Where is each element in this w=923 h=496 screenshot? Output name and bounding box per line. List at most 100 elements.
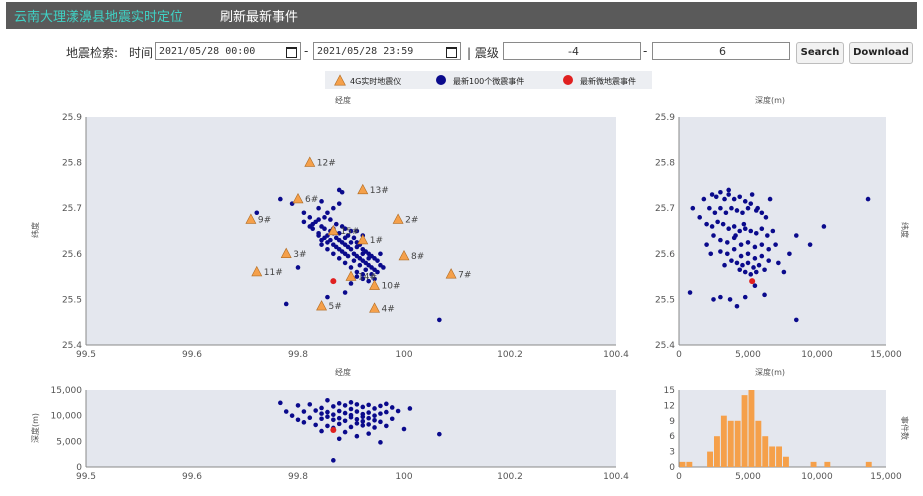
event-point [741, 221, 747, 227]
event-point [401, 426, 407, 432]
legend-label: 最新微地震事件 [580, 76, 636, 86]
event-point [711, 297, 716, 302]
event-point [333, 221, 339, 227]
event-point [734, 208, 740, 213]
event-point [734, 303, 740, 309]
event-point [301, 219, 307, 225]
chart-title: 经度 [335, 95, 351, 105]
event-point [372, 413, 377, 418]
event-point [372, 406, 377, 411]
event-point [316, 205, 321, 211]
event-point [748, 272, 754, 277]
event-point [737, 194, 743, 200]
event-point [384, 409, 389, 415]
event-point [342, 410, 348, 416]
event-point [307, 215, 313, 220]
event-point [770, 228, 776, 234]
event-point [718, 237, 723, 243]
event-point [354, 433, 360, 439]
histogram-bar [727, 420, 734, 467]
x-tick-label: 5,000 [735, 472, 761, 482]
event-point [701, 196, 707, 202]
event-point [378, 440, 383, 445]
event-point [375, 258, 380, 263]
event-point [322, 215, 327, 220]
x-tick-label: 99.6 [182, 350, 202, 360]
legend-label: 最新100个微震事件 [453, 76, 524, 86]
event-point [762, 267, 767, 273]
event-point [366, 415, 371, 421]
event-point [718, 189, 723, 195]
y-tick-label: 15,000 [51, 386, 83, 396]
event-point [787, 251, 792, 257]
station-label: 7# [458, 270, 471, 280]
event-point [737, 228, 743, 234]
chart-title: 深度(m) [755, 95, 785, 105]
event-point [354, 416, 360, 422]
y-tick-label: 25.9 [655, 113, 675, 123]
event-point [328, 217, 333, 222]
x-tick-label: 100.2 [497, 472, 523, 482]
y-tick-label: 9 [669, 417, 675, 427]
latest-event-point [330, 427, 337, 434]
event-point [331, 205, 336, 211]
event-point [301, 420, 307, 425]
histogram-bar [748, 390, 755, 467]
y-axis-label: 纬度 [900, 222, 910, 238]
station-label: 2# [405, 216, 418, 226]
event-point [372, 417, 377, 423]
histogram-bar [769, 446, 776, 467]
station-label: 1# [370, 236, 383, 246]
event-point [807, 242, 813, 247]
event-point [690, 205, 696, 211]
event-point [709, 224, 715, 229]
event-point [729, 205, 734, 211]
y-tick-label: 12 [664, 401, 675, 411]
event-point [759, 226, 765, 232]
event-point [762, 292, 767, 298]
event-point [726, 192, 731, 197]
event-point [759, 242, 765, 247]
event-point [360, 414, 366, 419]
event-point [325, 210, 330, 216]
event-point [319, 416, 324, 422]
event-point [278, 400, 283, 406]
event-point [766, 246, 771, 252]
event-point [731, 196, 737, 202]
event-point [354, 421, 360, 426]
event-point [389, 405, 395, 410]
event-point [322, 226, 327, 232]
event-point [342, 290, 348, 295]
event-point [348, 406, 354, 412]
event-point [378, 419, 383, 425]
legend-dot-icon [436, 75, 446, 85]
event-point [745, 205, 751, 211]
event-point [378, 411, 383, 416]
event-point [336, 408, 342, 414]
event-point [759, 210, 765, 216]
x-tick-label: 5,000 [735, 350, 761, 360]
event-point [729, 258, 734, 263]
event-point [773, 242, 778, 247]
event-point [755, 205, 760, 211]
event-point [748, 201, 754, 206]
event-point [366, 422, 371, 427]
y-tick-label: 3 [669, 448, 675, 458]
event-point [751, 265, 756, 270]
x-tick-label: 0 [676, 350, 682, 360]
event-point [742, 199, 748, 204]
y-tick-label: 25.6 [62, 250, 82, 260]
event-point [709, 192, 715, 197]
event-point [319, 411, 324, 416]
event-point [333, 244, 339, 250]
station-label: 6# [305, 195, 318, 205]
event-point [331, 251, 336, 257]
y-tick-label: 25.5 [62, 295, 82, 305]
station-label: 12# [317, 159, 336, 169]
event-point [295, 403, 301, 408]
event-point [301, 409, 307, 414]
event-point [345, 253, 351, 259]
event-point [307, 402, 313, 407]
y-tick-label: 15 [664, 386, 675, 396]
x-tick-label: 0 [676, 472, 682, 482]
